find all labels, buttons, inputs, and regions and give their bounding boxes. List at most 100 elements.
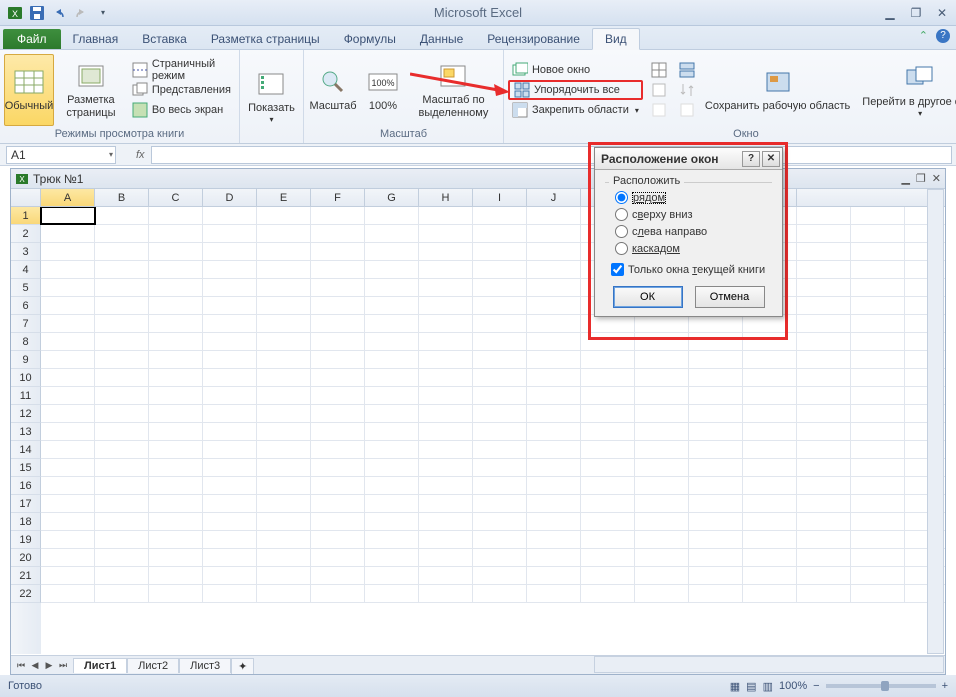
wb-restore-icon[interactable]: ❐ xyxy=(916,172,926,185)
cell[interactable] xyxy=(851,459,905,476)
cell[interactable] xyxy=(581,549,635,566)
sheet-nav-first-icon[interactable]: ⏮ xyxy=(15,660,27,671)
cell[interactable] xyxy=(797,585,851,602)
zoom-selection-button[interactable]: Масштаб по выделенному xyxy=(408,54,499,126)
cell[interactable] xyxy=(581,351,635,368)
col-header[interactable]: B xyxy=(95,189,149,206)
cell[interactable] xyxy=(95,423,149,440)
reset-position-button[interactable] xyxy=(675,100,699,120)
cell[interactable] xyxy=(149,279,203,296)
switch-window-button[interactable]: Перейти в другое окно ▾ xyxy=(856,54,956,126)
cell[interactable] xyxy=(365,549,419,566)
col-header[interactable]: G xyxy=(365,189,419,206)
cell[interactable] xyxy=(203,297,257,314)
cell[interactable] xyxy=(851,513,905,530)
cell[interactable] xyxy=(635,387,689,404)
sheet-tab-3[interactable]: Лист3 xyxy=(179,658,231,673)
cell[interactable] xyxy=(257,243,311,260)
cell[interactable] xyxy=(797,459,851,476)
row-header[interactable]: 5 xyxy=(11,279,41,297)
cell[interactable] xyxy=(797,351,851,368)
cell[interactable] xyxy=(635,351,689,368)
cell[interactable] xyxy=(41,423,95,440)
cell[interactable] xyxy=(689,369,743,386)
cell[interactable] xyxy=(419,315,473,332)
cell[interactable] xyxy=(95,315,149,332)
cell[interactable] xyxy=(149,513,203,530)
zoom-in-button[interactable]: + xyxy=(942,680,948,692)
cell[interactable] xyxy=(365,369,419,386)
cell[interactable] xyxy=(311,585,365,602)
cell[interactable] xyxy=(635,423,689,440)
cell[interactable] xyxy=(149,243,203,260)
new-sheet-button[interactable]: ✦ xyxy=(231,658,254,674)
row-header[interactable]: 9 xyxy=(11,351,41,369)
cell[interactable] xyxy=(95,477,149,494)
vertical-scrollbar[interactable] xyxy=(927,189,944,654)
cell[interactable] xyxy=(41,387,95,404)
sheet-nav-last-icon[interactable]: ⏭ xyxy=(57,660,69,671)
cell[interactable] xyxy=(203,405,257,422)
restore-icon[interactable]: ❐ xyxy=(908,6,924,20)
cell[interactable] xyxy=(797,225,851,242)
cell[interactable] xyxy=(851,279,905,296)
cell[interactable] xyxy=(41,549,95,566)
cell[interactable] xyxy=(689,423,743,440)
cell[interactable] xyxy=(203,333,257,350)
cell[interactable] xyxy=(203,351,257,368)
cells[interactable] xyxy=(41,207,945,654)
cell[interactable] xyxy=(743,549,797,566)
cell[interactable] xyxy=(95,207,149,224)
cell[interactable] xyxy=(419,225,473,242)
cell[interactable] xyxy=(41,243,95,260)
radio-horizontal[interactable]: сверху вниз xyxy=(609,206,768,223)
cell[interactable] xyxy=(419,333,473,350)
cell[interactable] xyxy=(41,531,95,548)
cell[interactable] xyxy=(851,261,905,278)
cell[interactable] xyxy=(257,387,311,404)
col-header[interactable]: J xyxy=(527,189,581,206)
cell[interactable] xyxy=(473,405,527,422)
cell[interactable] xyxy=(203,477,257,494)
show-button[interactable]: Показать ▾ xyxy=(244,60,299,132)
save-icon[interactable] xyxy=(28,4,46,22)
col-header[interactable]: C xyxy=(149,189,203,206)
cell[interactable] xyxy=(311,387,365,404)
col-header[interactable]: I xyxy=(473,189,527,206)
cell[interactable] xyxy=(365,279,419,296)
cell[interactable] xyxy=(473,225,527,242)
cell[interactable] xyxy=(419,567,473,584)
cell[interactable] xyxy=(635,567,689,584)
cell[interactable] xyxy=(257,513,311,530)
cell[interactable] xyxy=(95,243,149,260)
cell[interactable] xyxy=(473,567,527,584)
cell[interactable] xyxy=(581,495,635,512)
minimize-ribbon-icon[interactable]: ⌃ xyxy=(919,29,928,43)
cell[interactable] xyxy=(473,441,527,458)
cell[interactable] xyxy=(257,549,311,566)
row-header[interactable]: 11 xyxy=(11,387,41,405)
cell[interactable] xyxy=(149,351,203,368)
radio-tiled[interactable]: рядом xyxy=(609,189,768,206)
cell[interactable] xyxy=(257,333,311,350)
cell[interactable] xyxy=(365,495,419,512)
cell[interactable] xyxy=(149,549,203,566)
cell[interactable] xyxy=(473,477,527,494)
row-header[interactable]: 1 xyxy=(11,207,41,225)
cell[interactable] xyxy=(149,225,203,242)
cell[interactable] xyxy=(365,243,419,260)
row-header[interactable]: 19 xyxy=(11,531,41,549)
zoom-slider[interactable] xyxy=(826,684,936,688)
horizontal-scrollbar[interactable] xyxy=(594,656,944,673)
cell[interactable] xyxy=(203,207,257,224)
cell[interactable] xyxy=(149,297,203,314)
excel-icon[interactable]: X xyxy=(6,4,24,22)
hide-button[interactable] xyxy=(647,80,671,100)
cell[interactable] xyxy=(797,261,851,278)
cell[interactable] xyxy=(797,387,851,404)
cell[interactable] xyxy=(365,261,419,278)
cell[interactable] xyxy=(797,369,851,386)
sheet-nav-prev-icon[interactable]: ◀ xyxy=(29,660,41,671)
cell[interactable] xyxy=(797,333,851,350)
wb-close-icon[interactable]: ✕ xyxy=(932,172,941,185)
